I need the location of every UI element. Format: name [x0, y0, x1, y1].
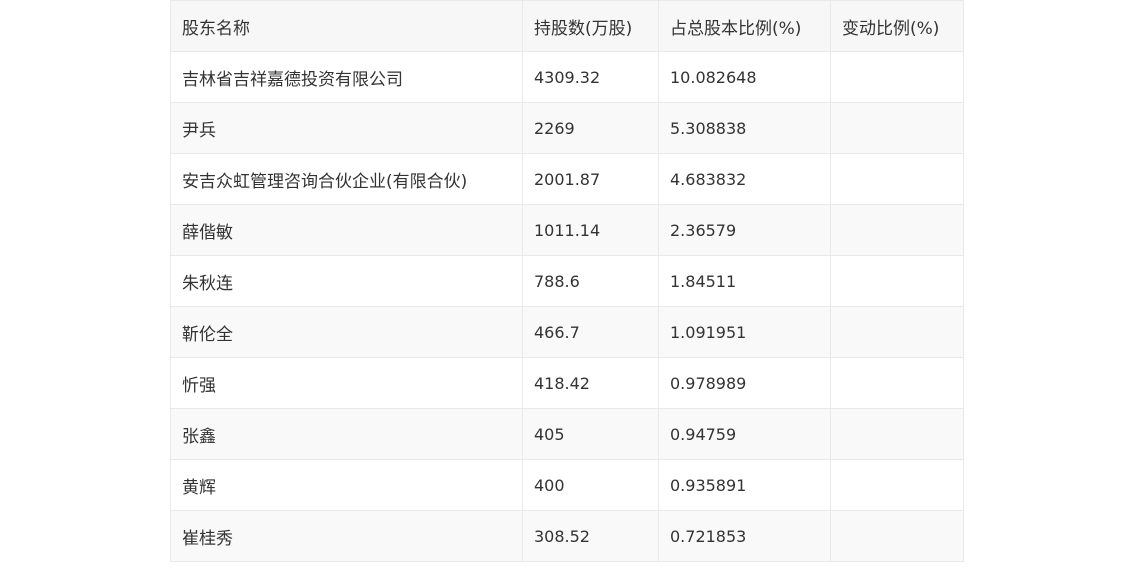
- ratio-cell: 4.683832: [658, 153, 831, 205]
- change-cell: [830, 459, 964, 511]
- table-row: 安吉众虹管理咨询合伙企业(有限合伙) 2001.87 4.683832: [170, 153, 964, 205]
- shareholder-table: 股东名称 持股数(万股) 占总股本比例(%) 变动比例(%) 吉林省吉祥嘉德投资…: [170, 0, 964, 562]
- change-cell: [830, 153, 964, 205]
- shares-cell: 400: [522, 459, 659, 511]
- change-cell: [830, 510, 964, 562]
- shareholder-name-cell: 吉林省吉祥嘉德投资有限公司: [170, 51, 523, 103]
- table-row: 黄辉 400 0.935891: [170, 459, 964, 511]
- shareholder-name-cell: 安吉众虹管理咨询合伙企业(有限合伙): [170, 153, 523, 205]
- shareholder-name-cell: 靳伦全: [170, 306, 523, 358]
- change-cell: [830, 51, 964, 103]
- header-shareholder-name: 股东名称: [170, 0, 523, 52]
- header-change: 变动比例(%): [830, 0, 964, 52]
- shareholder-name-cell: 忻强: [170, 357, 523, 409]
- table-row: 忻强 418.42 0.978989: [170, 357, 964, 409]
- table-row: 靳伦全 466.7 1.091951: [170, 306, 964, 358]
- ratio-cell: 1.84511: [658, 255, 831, 307]
- ratio-cell: 0.978989: [658, 357, 831, 409]
- table-row: 张鑫 405 0.94759: [170, 408, 964, 460]
- shares-cell: 1011.14: [522, 204, 659, 256]
- ratio-cell: 2.36579: [658, 204, 831, 256]
- table-body: 吉林省吉祥嘉德投资有限公司 4309.32 10.082648 尹兵 2269 …: [170, 51, 964, 562]
- shares-cell: 2269: [522, 102, 659, 154]
- change-cell: [830, 306, 964, 358]
- change-cell: [830, 408, 964, 460]
- shareholder-name-cell: 朱秋连: [170, 255, 523, 307]
- shares-cell: 418.42: [522, 357, 659, 409]
- change-cell: [830, 255, 964, 307]
- change-cell: [830, 357, 964, 409]
- table-row: 尹兵 2269 5.308838: [170, 102, 964, 154]
- shares-cell: 788.6: [522, 255, 659, 307]
- shares-cell: 4309.32: [522, 51, 659, 103]
- ratio-cell: 0.935891: [658, 459, 831, 511]
- header-ratio: 占总股本比例(%): [658, 0, 831, 52]
- shares-cell: 308.52: [522, 510, 659, 562]
- shareholder-name-cell: 薛偕敏: [170, 204, 523, 256]
- ratio-cell: 5.308838: [658, 102, 831, 154]
- ratio-cell: 10.082648: [658, 51, 831, 103]
- shareholder-name-cell: 尹兵: [170, 102, 523, 154]
- header-shares: 持股数(万股): [522, 0, 659, 52]
- header-row: 股东名称 持股数(万股) 占总股本比例(%) 变动比例(%): [170, 0, 964, 52]
- shares-cell: 405: [522, 408, 659, 460]
- shares-cell: 466.7: [522, 306, 659, 358]
- ratio-cell: 0.721853: [658, 510, 831, 562]
- shares-cell: 2001.87: [522, 153, 659, 205]
- ratio-cell: 0.94759: [658, 408, 831, 460]
- shareholder-name-cell: 崔桂秀: [170, 510, 523, 562]
- change-cell: [830, 204, 964, 256]
- change-cell: [830, 102, 964, 154]
- table-row: 吉林省吉祥嘉德投资有限公司 4309.32 10.082648: [170, 51, 964, 103]
- shareholder-name-cell: 黄辉: [170, 459, 523, 511]
- ratio-cell: 1.091951: [658, 306, 831, 358]
- shareholder-name-cell: 张鑫: [170, 408, 523, 460]
- table-row: 朱秋连 788.6 1.84511: [170, 255, 964, 307]
- table-row: 薛偕敏 1011.14 2.36579: [170, 204, 964, 256]
- table-header: 股东名称 持股数(万股) 占总股本比例(%) 变动比例(%): [170, 0, 964, 52]
- table-row: 崔桂秀 308.52 0.721853: [170, 510, 964, 562]
